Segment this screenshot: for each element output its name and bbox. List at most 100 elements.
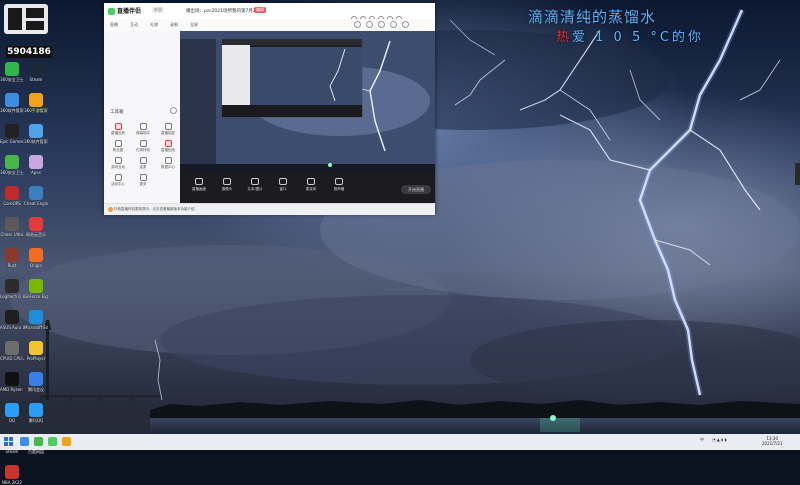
- tray-ime-indicator[interactable]: 中: [700, 437, 704, 443]
- desktop-icon[interactable]: Logitech G HUB: [0, 279, 24, 299]
- desktop-icon[interactable]: AMD Ryzen Master: [0, 372, 24, 392]
- desktop-icon[interactable]: Chess Ultra: [0, 217, 24, 237]
- tools-settings-icon[interactable]: [170, 107, 177, 114]
- app-icon: [29, 155, 43, 169]
- control-label: 摄像头: [221, 187, 233, 191]
- desktop-icon[interactable]: Rust: [0, 248, 24, 268]
- desktop-icon[interactable]: CPUID CPU-Z: [0, 341, 24, 361]
- app-icon: [29, 186, 43, 200]
- app-icon: [5, 279, 19, 293]
- desktop-icon[interactable]: ProPlayer: [24, 341, 48, 361]
- desktop-icon[interactable]: Steam: [24, 62, 48, 82]
- app-icon: [5, 403, 19, 417]
- tool-button[interactable]: 直播回放: [107, 123, 129, 136]
- taskbar-app-folder-icon[interactable]: [62, 437, 71, 446]
- toolbar-control-icon[interactable]: [390, 21, 397, 28]
- app-icon: [29, 403, 43, 417]
- desktop-icon-label: 腾讯QQ: [28, 418, 44, 423]
- toolbar-tab[interactable]: 礼物: [150, 22, 158, 28]
- tool-button[interactable]: 直播贴纸: [157, 140, 179, 153]
- control-icon: [223, 178, 231, 185]
- app-icon: [5, 341, 19, 355]
- desktop-icon[interactable]: 腾讯QQ: [24, 403, 48, 423]
- toolbar-control-icon[interactable]: [402, 21, 409, 28]
- app-icon: [5, 310, 19, 324]
- edit-title-button[interactable]: 编辑: [254, 7, 266, 13]
- room-number: 5904186: [6, 46, 52, 58]
- app-icon: [5, 217, 19, 231]
- stream-preview[interactable]: [180, 31, 435, 174]
- edge-panel-handle[interactable]: [795, 163, 800, 185]
- desktop-icon[interactable]: Microsoft Edge: [24, 310, 48, 330]
- desktop-icon[interactable]: 网易云音乐: [24, 217, 48, 237]
- live-control-button[interactable]: 摄像头: [214, 178, 240, 192]
- live-control-button[interactable]: 扬声器: [326, 178, 352, 192]
- toolbar-tab[interactable]: 全屏: [190, 22, 198, 28]
- tool-button[interactable]: 游戏互动: [107, 157, 129, 170]
- tool-icon: [139, 123, 147, 130]
- toolbar-tab[interactable]: 直播: [110, 22, 118, 28]
- app-titlebar[interactable]: 直播伴侣 新版 播出场：pzs2021场所我的第7月21 编辑: [104, 3, 435, 22]
- desktop-icon[interactable]: CoreOPS: [0, 186, 24, 206]
- tool-button[interactable]: 数据中心: [157, 157, 179, 170]
- taskbar-app-live-icon[interactable]: [48, 437, 57, 446]
- desktop-icon-label: ProPlayer: [26, 356, 46, 361]
- tool-button[interactable]: 礼物特效: [132, 140, 154, 153]
- app-icon: [29, 310, 43, 324]
- taskbar-clock[interactable]: 13:30 2021/7/21: [762, 436, 783, 446]
- taskbar-app-360-icon[interactable]: [34, 437, 43, 446]
- app-icon: [29, 62, 43, 76]
- desktop-icon[interactable]: Apex: [24, 155, 48, 175]
- desktop-icon[interactable]: 360安全卫士: [0, 155, 24, 175]
- app-icon: [5, 465, 19, 479]
- desktop-icon[interactable]: GeForce Experience: [24, 279, 48, 299]
- tool-icon: [139, 157, 147, 164]
- desktop-icon[interactable]: NBA 2K22: [0, 465, 24, 485]
- tool-button[interactable]: 弹幕助手: [132, 123, 154, 136]
- desktop-icon[interactable]: 360软件管家: [24, 124, 48, 144]
- tool-icon: [114, 123, 122, 130]
- taskbar: 中 ◔ ▲ ◖ ◗ 13:30 2021/7/21: [0, 434, 800, 450]
- taskbar-app-browser-icon[interactable]: [20, 437, 29, 446]
- app-icon: [5, 248, 19, 262]
- app-icon: [29, 217, 43, 231]
- desktop-icon[interactable]: Epic Games Launcher: [0, 124, 24, 144]
- tool-button[interactable]: 连麦: [132, 157, 154, 170]
- toolbar-tab[interactable]: 录制: [170, 22, 178, 28]
- live-control-button[interactable]: 麦克风: [298, 178, 324, 192]
- desktop-icon[interactable]: Origin: [24, 248, 48, 268]
- tool-label: 直播抽奖: [161, 131, 175, 135]
- desktop-icon[interactable]: Cheat Engine: [24, 186, 48, 206]
- app-notice-bar[interactable]: 抖音直播伴侣更新提示，点击查看最新版本功能介绍: [104, 203, 435, 215]
- desktop-icon[interactable]: 腾讯会议: [24, 372, 48, 392]
- window-controls: [348, 7, 430, 22]
- toolbar-control-icon[interactable]: [354, 21, 361, 28]
- desktop-icon[interactable]: 360安全卫士: [0, 62, 24, 82]
- live-control-button[interactable]: 文本/图片: [242, 178, 268, 192]
- toolbar-control-icon[interactable]: [366, 21, 373, 28]
- tool-label: 礼物特效: [136, 148, 150, 152]
- tool-button[interactable]: 活动中心: [107, 174, 129, 187]
- tool-button[interactable]: 直播抽奖: [157, 123, 179, 136]
- desktop-icon[interactable]: 360手游管家: [24, 93, 48, 113]
- tool-label: 粉丝团: [112, 148, 124, 152]
- tray-icons[interactable]: ◔ ▲ ◖ ◗: [712, 437, 752, 442]
- toolbar-tab[interactable]: 互动: [130, 22, 138, 28]
- app-icon: [29, 93, 43, 107]
- live-control-button[interactable]: 直播画面: [186, 178, 212, 192]
- desktop-icon[interactable]: QQ: [0, 403, 24, 423]
- toolbar-control-icon[interactable]: [378, 21, 385, 28]
- desktop-icon-label: Microsoft Edge: [24, 325, 48, 330]
- desktop-icon-label: 360手游管家: [24, 108, 48, 113]
- tool-button[interactable]: 更多: [132, 174, 154, 187]
- app-icon: [5, 372, 19, 386]
- desktop-icon[interactable]: ASUS Aura Lighting: [0, 310, 24, 330]
- go-live-button[interactable]: 开始直播: [401, 185, 431, 194]
- desktop-icon-label: 腾讯会议: [28, 387, 44, 392]
- live-control-button[interactable]: 窗口: [270, 178, 296, 192]
- streaming-app-window[interactable]: 直播伴侣 新版 播出场：pzs2021场所我的第7月21 编辑 直播 互动 礼物 录制…: [104, 3, 435, 215]
- app-icon: [29, 248, 43, 262]
- tool-button[interactable]: 粉丝团: [107, 140, 129, 153]
- desktop-icon[interactable]: 360软件管家: [0, 93, 24, 113]
- windows-start-icon[interactable]: [4, 437, 13, 446]
